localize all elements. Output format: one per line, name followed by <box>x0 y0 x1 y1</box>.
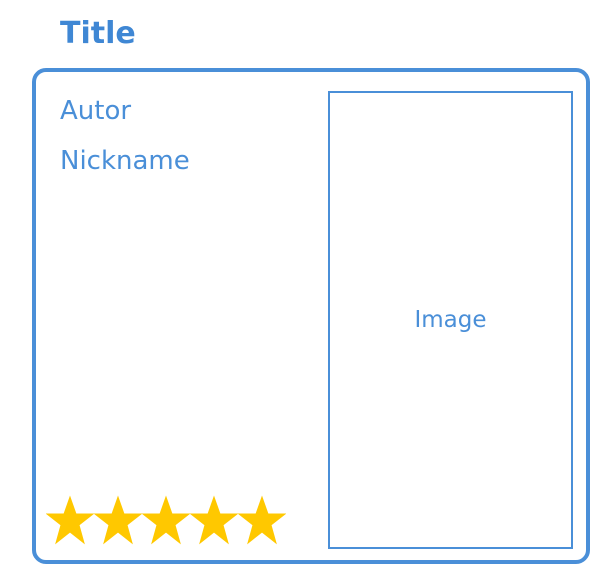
star-icon[interactable] <box>142 494 190 548</box>
author-label: Autor <box>60 96 132 126</box>
page-title: Title <box>60 16 136 51</box>
rating-stars[interactable] <box>46 494 289 548</box>
star-icon[interactable] <box>238 494 286 548</box>
star-icon[interactable] <box>46 494 94 548</box>
image-placeholder-label: Image <box>414 307 487 333</box>
star-icon[interactable] <box>190 494 238 548</box>
star-icon[interactable] <box>94 494 142 548</box>
image-placeholder: Image <box>328 91 573 549</box>
nickname-label: Nickname <box>60 146 190 176</box>
